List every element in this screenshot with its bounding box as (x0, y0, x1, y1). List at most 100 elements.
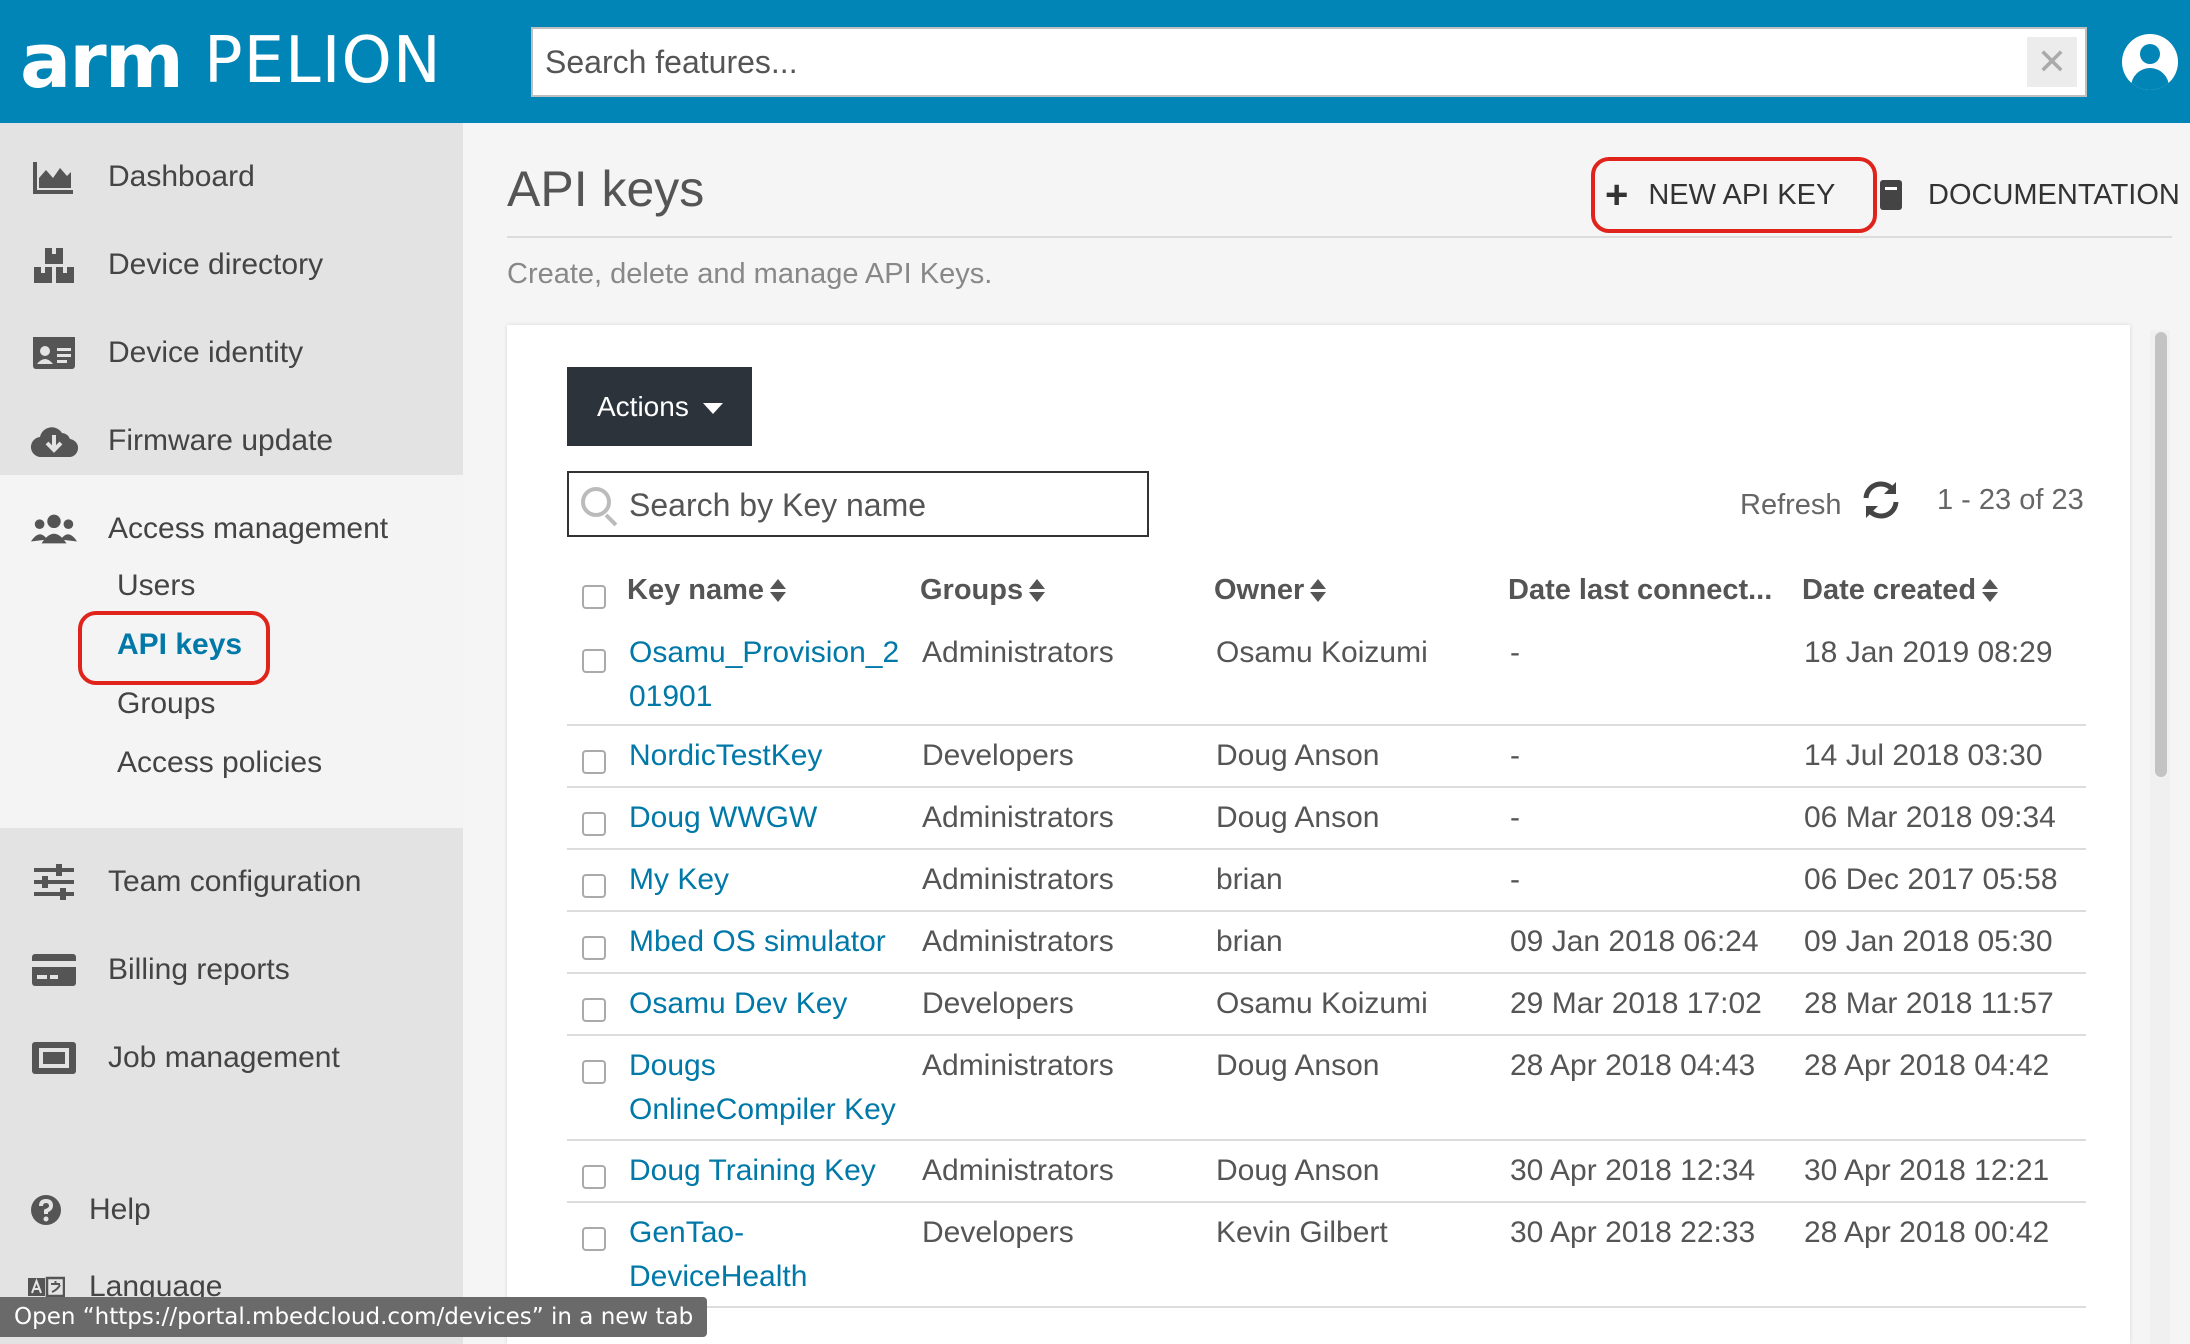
date-created-cell: 14 Jul 2018 03:30 (1804, 739, 2043, 772)
row-checkbox[interactable] (582, 750, 606, 774)
sort-icon (1982, 578, 1999, 604)
table-row[interactable]: Osamu_Provision_2 01901 Administrators O… (567, 625, 2086, 726)
table-row[interactable]: NordicTestKey Developers Doug Anson - 14… (567, 726, 2086, 788)
sidebar-settings-group: Team configuration Billing reports Job m… (0, 828, 463, 1344)
column-header-date-last-connected[interactable]: Date last connect... (1508, 574, 1772, 607)
sidebar-item-dashboard[interactable]: Dashboard (0, 147, 463, 207)
documentation-button[interactable]: DOCUMENTATION (1880, 168, 2180, 222)
key-name-search-input[interactable] (629, 483, 1129, 527)
date-created-cell: 28 Mar 2018 11:57 (1804, 987, 2054, 1020)
row-checkbox[interactable] (582, 936, 606, 960)
group-cell: Administrators (922, 925, 1114, 958)
row-checkbox[interactable] (582, 649, 606, 673)
group-cell: Administrators (922, 801, 1114, 834)
arm-pelion-logo[interactable]: arm PELION (20, 22, 442, 100)
actions-label: Actions (597, 390, 689, 422)
sidebar-item-firmware-update[interactable]: Firmware update (0, 411, 463, 471)
logo-arm-text: arm (20, 16, 184, 105)
sort-icon (770, 578, 787, 604)
group-cell: Developers (922, 739, 1074, 772)
refresh-button[interactable]: Refresh (1740, 480, 1902, 530)
row-checkbox[interactable] (582, 874, 606, 898)
key-name-link[interactable]: Osamu Dev Key (629, 982, 909, 1026)
sort-icon (1029, 578, 1046, 604)
row-checkbox[interactable] (582, 998, 606, 1022)
column-header-groups[interactable]: Groups (920, 574, 1046, 607)
row-checkbox[interactable] (582, 1227, 606, 1251)
table-row[interactable]: Mbed OS simulator Administrators brian 0… (567, 912, 2086, 974)
sidebar-item-job-management[interactable]: Job management (0, 1028, 463, 1088)
sidebar-item-team-configuration[interactable]: Team configuration (0, 852, 463, 912)
actions-dropdown-button[interactable]: Actions (567, 367, 752, 446)
user-account-icon[interactable] (2122, 34, 2178, 90)
feature-search-input[interactable] (545, 39, 2005, 85)
owner-cell: Osamu Koizumi (1216, 987, 1428, 1020)
select-all-checkbox[interactable] (582, 585, 606, 609)
key-name-link[interactable]: Mbed OS simulator (629, 920, 909, 964)
sidebar-subitem-access-policies[interactable]: Access policies (117, 746, 322, 780)
row-checkbox[interactable] (582, 812, 606, 836)
table-row[interactable]: Doug WWGW Administrators Doug Anson - 06… (567, 788, 2086, 850)
sidebar-item-label: Dashboard (108, 160, 255, 193)
sidebar-item-device-identity[interactable]: Device identity (0, 323, 463, 383)
key-name-link[interactable]: NordicTestKey (629, 734, 909, 778)
sliders-icon (30, 858, 78, 906)
table-row[interactable]: Dougs OnlineCompiler Key Administrators … (567, 1036, 2086, 1141)
last-connected-cell: - (1510, 739, 1520, 772)
last-connected-cell: - (1510, 863, 1520, 896)
top-header: arm PELION ✕ (0, 0, 2190, 123)
clear-search-icon[interactable]: ✕ (2027, 37, 2077, 87)
column-header-owner[interactable]: Owner (1214, 574, 1327, 607)
users-icon (30, 505, 78, 553)
table-row[interactable]: Osamu Dev Key Developers Osamu Koizumi 2… (567, 974, 2086, 1036)
page-subtitle: Create, delete and manage API Keys. (507, 258, 993, 290)
last-connected-cell: 30 Apr 2018 22:33 (1510, 1216, 1756, 1249)
date-created-cell: 09 Jan 2018 05:30 (1804, 925, 2053, 958)
sidebar-item-label: Firmware update (108, 424, 334, 457)
key-name-link[interactable]: My Key (629, 858, 909, 902)
chart-area-icon (30, 153, 78, 201)
caret-down-icon (702, 402, 723, 414)
key-name-link[interactable]: Doug Training Key (629, 1149, 909, 1193)
sidebar-item-label: Access management (108, 512, 389, 545)
sidebar-subitem-users[interactable]: Users (117, 569, 195, 603)
id-card-icon (30, 329, 78, 377)
owner-cell: brian (1216, 863, 1283, 896)
sidebar-item-label: Team configuration (108, 865, 362, 898)
key-name-link[interactable]: Osamu_Provision_2 01901 (629, 631, 909, 719)
sidebar-subitem-groups[interactable]: Groups (117, 687, 215, 721)
row-checkbox[interactable] (582, 1165, 606, 1189)
column-header-key-name[interactable]: Key name (627, 574, 787, 607)
sidebar-item-device-directory[interactable]: Device directory (0, 235, 463, 295)
row-checkbox[interactable] (582, 1060, 606, 1084)
owner-cell: brian (1216, 925, 1283, 958)
key-name-link[interactable]: Dougs OnlineCompiler Key (629, 1044, 909, 1132)
sidebar-main-group: Dashboard Device directory Device identi… (0, 123, 463, 475)
key-search-box (567, 471, 1149, 537)
date-created-cell: 30 Apr 2018 12:21 (1804, 1154, 2050, 1187)
table-row[interactable]: My Key Administrators brian - 06 Dec 201… (567, 850, 2086, 912)
key-name-link[interactable]: GenTao- DeviceHealth (629, 1211, 909, 1299)
sidebar-item-billing-reports[interactable]: Billing reports (0, 940, 463, 1000)
last-connected-cell: 29 Mar 2018 17:02 (1510, 987, 1762, 1020)
scrollbar-thumb[interactable] (2155, 332, 2167, 777)
column-header-date-created[interactable]: Date created (1802, 574, 1999, 607)
sidebar-item-help[interactable]: Help (0, 1180, 463, 1240)
sidebar-item-access-management[interactable]: Access management (0, 499, 463, 559)
pagination-count: 1 - 23 of 23 (1937, 484, 2084, 516)
sort-icon (1310, 578, 1327, 604)
date-created-cell: 28 Apr 2018 04:42 (1804, 1049, 2050, 1082)
search-icon (581, 487, 611, 517)
sidebar: Dashboard Device directory Device identi… (0, 123, 463, 1344)
owner-cell: Osamu Koizumi (1216, 636, 1428, 669)
last-connected-cell: 09 Jan 2018 06:24 (1510, 925, 1759, 958)
title-divider (507, 236, 2172, 238)
sidebar-item-label: Device directory (108, 248, 324, 281)
job-icon (30, 1034, 78, 1082)
key-name-link[interactable]: Doug WWGW (629, 796, 909, 840)
date-created-cell: 06 Mar 2018 09:34 (1804, 801, 2056, 834)
table-row[interactable]: Doug Training Key Administrators Doug An… (567, 1141, 2086, 1203)
last-connected-cell: 30 Apr 2018 12:34 (1510, 1154, 1756, 1187)
table-row[interactable]: GenTao- DeviceHealth Developers Kevin Gi… (567, 1203, 2086, 1308)
boxes-icon (30, 241, 78, 289)
